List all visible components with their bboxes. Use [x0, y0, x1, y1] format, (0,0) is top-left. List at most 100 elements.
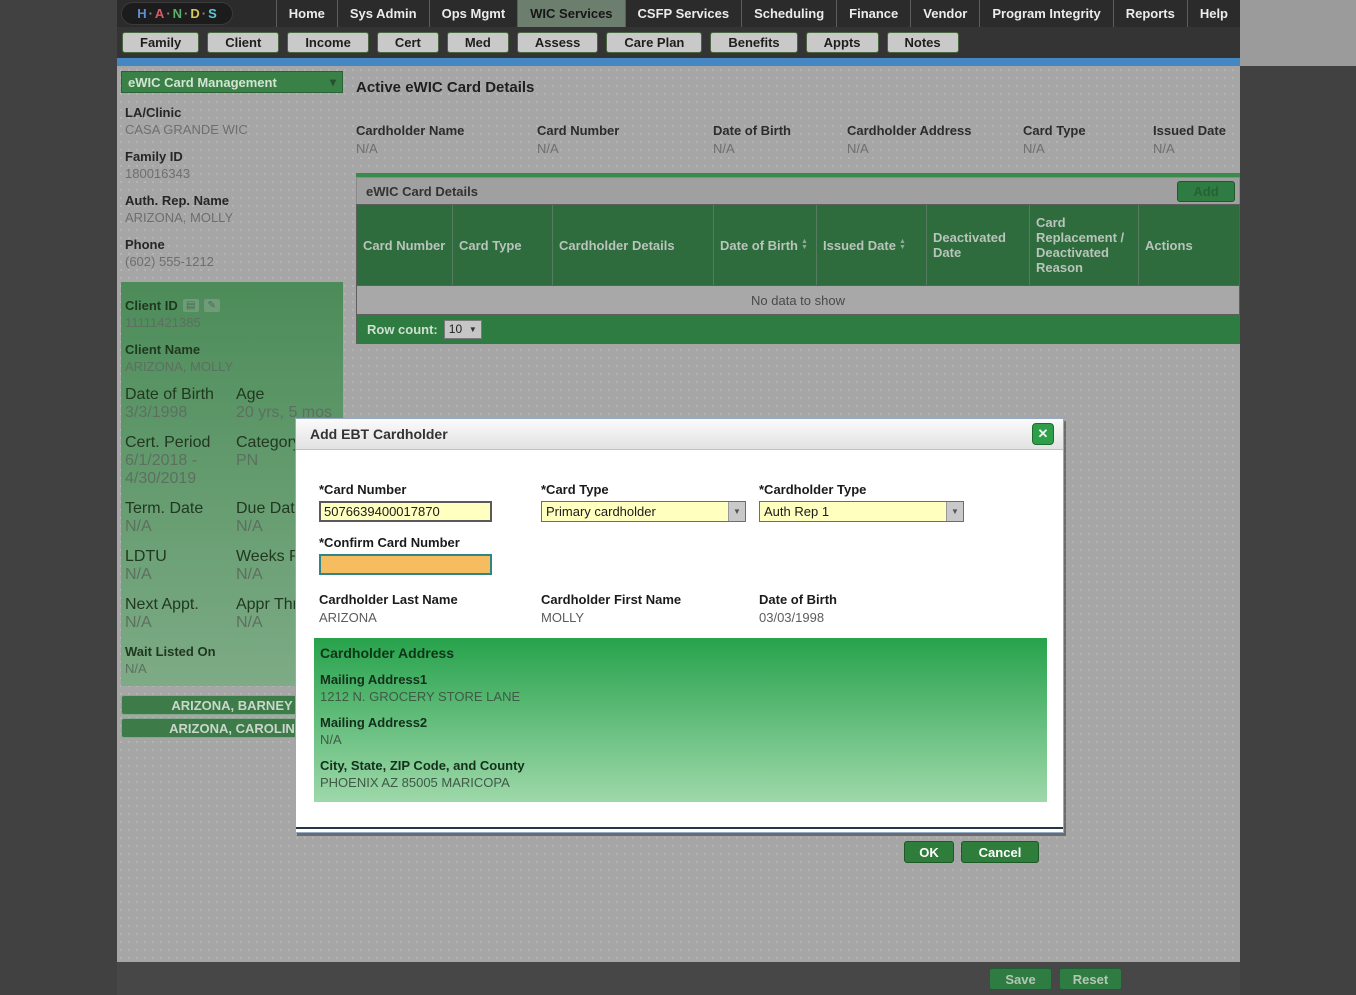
cardholder-type-group: *Cardholder Type Auth Rep 1 ▼ — [759, 482, 983, 522]
summary-cardholder-address: Cardholder Address N/A — [847, 123, 1023, 156]
summary-value: N/A — [537, 141, 713, 156]
nav-item-ops-mgmt[interactable]: Ops Mgmt — [429, 0, 518, 27]
cancel-button[interactable]: Cancel — [961, 841, 1039, 863]
cardholder-date-of-birth: Date of Birth 03/03/1998 — [759, 592, 983, 625]
nav-item-wic-services[interactable]: WIC Services — [517, 0, 624, 27]
row-count-select[interactable]: 10 ▼ — [444, 320, 482, 339]
tab-care-plan[interactable]: Care Plan — [606, 32, 702, 53]
dialog-field-row: *Confirm Card Number — [319, 535, 1063, 575]
tab-benefits[interactable]: Benefits — [710, 32, 797, 53]
dialog-divider — [296, 827, 1063, 829]
dialog-buttons: OK Cancel — [296, 841, 1039, 863]
field-value: N/A — [125, 566, 230, 584]
field-label: LDTU — [125, 548, 230, 566]
summary-issued-date: Issued Date N/A — [1153, 123, 1237, 156]
field-pair-row: Date of Birth 3/3/1998 Age 20 yrs, 5 mos — [125, 386, 339, 422]
field-value: 11111421385 — [125, 315, 339, 330]
active-card-summary: Cardholder Name N/A Card Number N/A Date… — [356, 123, 1240, 156]
dialog-title: Add EBT Cardholder — [310, 426, 448, 442]
tab-cert[interactable]: Cert — [377, 32, 439, 53]
page-title: Active eWIC Card Details — [356, 79, 1240, 96]
field-phone: Phone (602) 555-1212 — [125, 237, 339, 269]
tab-appts[interactable]: Appts — [806, 32, 879, 53]
column-header-card-number[interactable]: Card Number — [357, 205, 452, 285]
card-number-group: *Card Number — [319, 482, 541, 522]
mailing-address1: Mailing Address1 1212 N. GROCERY STORE L… — [320, 672, 1047, 704]
column-header-cardholder-details[interactable]: Cardholder Details — [552, 205, 713, 285]
top-nav-bar: H A N D S Home Sys Admin Ops Mgmt WIC Se… — [117, 0, 1240, 27]
chevron-down-icon[interactable]: ▼ — [946, 502, 963, 521]
card-type-group: *Card Type Primary cardholder ▼ — [541, 482, 759, 522]
card-number-input[interactable] — [319, 501, 492, 522]
confirm-card-number-input[interactable] — [319, 554, 492, 575]
nav-item-reports[interactable]: Reports — [1113, 0, 1187, 27]
column-label: Issued Date — [823, 238, 896, 253]
card-type-select[interactable]: Primary cardholder ▼ — [541, 501, 746, 522]
column-header-date-of-birth[interactable]: Date of Birth ▲▼ — [713, 205, 816, 285]
add-card-button[interactable]: Add — [1177, 181, 1235, 202]
field-label: Age — [236, 386, 339, 404]
cardholder-last-name: Cardholder Last Name ARIZONA — [319, 592, 541, 625]
field-value: PHOENIX AZ 85005 MARICOPA — [320, 775, 1047, 790]
row-count-value: 10 — [449, 322, 462, 336]
add-ebt-cardholder-dialog: Add EBT Cardholder ✕ *Card Number *Card … — [295, 418, 1064, 833]
mailing-address2: Mailing Address2 N/A — [320, 715, 1047, 747]
field-label: Mailing Address2 — [320, 715, 1047, 730]
sub-tab-bar: Family Client Income Cert Med Assess Car… — [117, 27, 1240, 58]
ok-button[interactable]: OK — [904, 841, 954, 863]
nav-item-home[interactable]: Home — [276, 0, 337, 27]
row-count-label: Row count: — [367, 322, 438, 337]
close-icon[interactable]: ✕ — [1032, 423, 1054, 445]
logo-letter: A — [155, 6, 171, 21]
tab-notes[interactable]: Notes — [887, 32, 959, 53]
field-value: N/A — [125, 518, 230, 536]
nav-item-vendor[interactable]: Vendor — [910, 0, 979, 27]
card-icon[interactable]: ▤ — [183, 299, 199, 312]
field-label: Date of Birth — [125, 386, 230, 404]
tab-family[interactable]: Family — [122, 32, 199, 53]
nav-item-csfp-services[interactable]: CSFP Services — [625, 0, 742, 27]
logo-letter: S — [208, 6, 217, 21]
column-header-card-type[interactable]: Card Type — [452, 205, 552, 285]
field-label: *Card Type — [541, 482, 759, 497]
tab-income[interactable]: Income — [287, 32, 369, 53]
save-button[interactable]: Save — [989, 968, 1052, 990]
field-client-id: Client ID ▤ ✎ 11111421385 — [125, 298, 339, 330]
nav-item-scheduling[interactable]: Scheduling — [741, 0, 836, 27]
edit-icon[interactable]: ✎ — [204, 299, 220, 312]
panel-header: eWIC Card Details Add — [356, 177, 1240, 204]
footer-band: Save Reset — [117, 962, 1240, 995]
logo-letter: N — [173, 6, 189, 21]
summary-date-of-birth: Date of Birth N/A — [713, 123, 847, 156]
sidebar-section-title: eWIC Card Management — [128, 75, 277, 90]
sort-icon[interactable]: ▲▼ — [801, 239, 808, 251]
column-header-replacement-reason[interactable]: Card Replacement / Deactivated Reason — [1029, 205, 1138, 285]
summary-label: Card Number — [537, 123, 713, 138]
field-label: *Cardholder Type — [759, 482, 983, 497]
ewic-card-details-panel: eWIC Card Details Add Card Number Card T… — [356, 173, 1240, 344]
nav-item-finance[interactable]: Finance — [836, 0, 910, 27]
column-header-issued-date[interactable]: Issued Date ▲▼ — [816, 205, 926, 285]
sidebar-section-header[interactable]: eWIC Card Management ▾ — [121, 71, 343, 93]
card-table: Card Number Card Type Cardholder Details… — [356, 204, 1240, 344]
main-panel: Active eWIC Card Details Cardholder Name… — [356, 79, 1240, 344]
tab-med[interactable]: Med — [447, 32, 509, 53]
tab-client[interactable]: Client — [207, 32, 279, 53]
nav-item-help[interactable]: Help — [1187, 0, 1240, 27]
chevron-down-icon[interactable]: ▼ — [728, 502, 745, 521]
cardholder-info-row: Cardholder Last Name ARIZONA Cardholder … — [319, 592, 1063, 625]
column-label: Date of Birth — [720, 238, 798, 253]
app-window: H A N D S Home Sys Admin Ops Mgmt WIC Se… — [117, 0, 1240, 995]
field-label: Term. Date — [125, 500, 230, 518]
column-header-deactivated-date[interactable]: Deactivated Date — [926, 205, 1029, 285]
selected-value: Auth Rep 1 — [760, 502, 946, 521]
dialog-header[interactable]: Add EBT Cardholder ✕ — [296, 419, 1063, 450]
dialog-field-row: *Card Number *Card Type Primary cardhold… — [319, 482, 1063, 522]
field-label: Auth. Rep. Name — [125, 193, 339, 208]
reset-button[interactable]: Reset — [1059, 968, 1122, 990]
tab-assess[interactable]: Assess — [517, 32, 599, 53]
sort-icon[interactable]: ▲▼ — [899, 239, 906, 251]
nav-item-program-integrity[interactable]: Program Integrity — [979, 0, 1112, 27]
cardholder-type-select[interactable]: Auth Rep 1 ▼ — [759, 501, 964, 522]
nav-item-sys-admin[interactable]: Sys Admin — [337, 0, 429, 27]
